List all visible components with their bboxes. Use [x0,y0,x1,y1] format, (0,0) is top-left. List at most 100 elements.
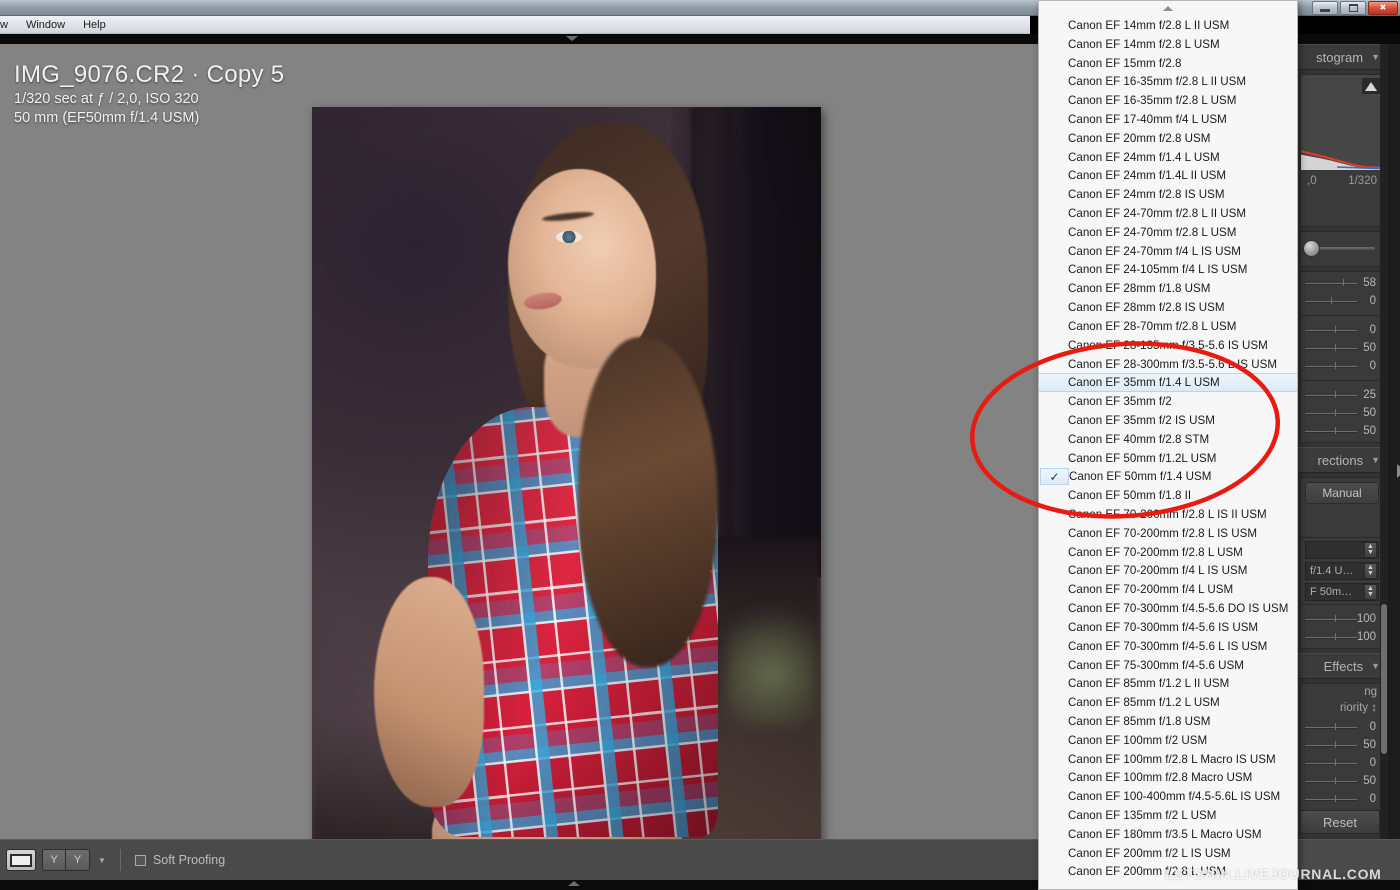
chevron-down-icon[interactable]: ▼ [98,856,106,865]
lens-menu-item[interactable]: Canon EF 14mm f/2.8 L USM [1039,35,1297,54]
lens-menu-item[interactable]: Canon EF 16-35mm f/2.8 L USM [1039,91,1297,110]
slider-row[interactable]: 58 [1301,274,1383,292]
lens-menu-item[interactable]: Canon EF 28-70mm f/2.8 L USM [1039,317,1297,336]
slider-row[interactable]: 0 [1301,357,1383,375]
scroll-up-arrow-icon[interactable] [1039,1,1297,15]
histogram-graph[interactable] [1301,75,1383,170]
histogram-panel-header[interactable]: stogram ▼ [1296,44,1388,70]
slider-row[interactable]: 100 [1301,610,1383,628]
slider-row[interactable]: 0 [1301,754,1383,772]
lens-menu-item[interactable]: Canon EF 28-300mm f/3.5-5.6 L IS USM [1039,355,1297,374]
lens-menu-item[interactable]: Canon EF 100-400mm f/4.5-5.6L IS USM [1039,787,1297,806]
basic-sliders-box[interactable]: 58 0 0 50 0 25 50 50 [1300,271,1384,443]
lens-menu-item[interactable]: Canon EF 28-135mm f/3.5-5.6 IS USM [1039,336,1297,355]
spinner-icon[interactable]: ▲ ▼ [1364,584,1377,600]
lens-menu-item[interactable]: Canon EF 75-300mm f/4-5.6 USM [1039,656,1297,675]
lens-model-combo[interactable]: f/1.4 U… ▲ ▼ [1305,562,1379,580]
slider-row[interactable]: 0 [1301,321,1383,339]
lens-menu-item[interactable]: Canon EF 35mm f/1.4 L USM [1039,373,1297,393]
lens-menu-item[interactable]: Canon EF 24-70mm f/4 L IS USM [1039,242,1297,261]
lens-menu-item[interactable]: Canon EF 24mm f/2.8 IS USM [1039,185,1297,204]
lens-make-combo[interactable]: ▲ ▼ [1305,541,1379,559]
effects-box[interactable]: ng riority ↕ 0 50 0 50 0 [1300,683,1384,811]
lens-menu-item[interactable]: Canon EF 70-200mm f/4 L IS USM [1039,562,1297,581]
lens-menu-item[interactable]: Canon EF 24mm f/1.4 L USM [1039,148,1297,167]
chevron-down-icon[interactable]: ▼ [1371,455,1380,465]
slider-row[interactable]: 50 [1301,736,1383,754]
lens-corrections-panel-header[interactable]: rections ▼ [1296,447,1388,473]
lens-menu-item[interactable]: Canon EF 100mm f/2.8 L Macro IS USM [1039,750,1297,769]
lens-menu-item[interactable]: Canon EF 70-300mm f/4-5.6 IS USM [1039,618,1297,637]
temperature-slider[interactable] [1301,232,1383,266]
lens-menu-item[interactable]: Canon EF 17-40mm f/4 L USM [1039,110,1297,129]
lens-menu-item[interactable]: Canon EF 180mm f/3.5 L Macro USM [1039,825,1297,844]
slider-row[interactable]: 100 [1301,628,1383,646]
restore-button[interactable] [1340,1,1366,15]
lens-menu-item[interactable]: ✓ Canon EF 50mm f/1.4 USM [1039,468,1297,487]
lens-menu-item[interactable]: Canon EF 24-70mm f/2.8 L USM [1039,223,1297,242]
lens-menu-item[interactable]: Canon EF 85mm f/1.2 L II USM [1039,674,1297,693]
lens-menu-item[interactable]: Canon EF 24-105mm f/4 L IS USM [1039,261,1297,280]
lens-menu-item[interactable]: Canon EF 50mm f/1.2L USM [1039,449,1297,468]
slider-knob[interactable] [1303,240,1320,257]
menu-item-window[interactable]: Window [17,16,74,34]
reset-button[interactable]: Reset [1300,810,1380,834]
lens-menu-item[interactable]: Canon EF 70-200mm f/4 L USM [1039,580,1297,599]
lens-corrections-box[interactable]: Manual ▲ ▼ f/1.4 U… ▲ ▼ F 50m… ▲ ▼ 100 100 [1300,477,1384,649]
panel-collapse-arrow-icon[interactable] [566,36,578,41]
lens-menu-item[interactable]: Canon EF 28mm f/2.8 IS USM [1039,298,1297,317]
slider-row[interactable]: 50 [1301,404,1383,422]
minimize-button[interactable] [1312,1,1338,15]
lens-menu-item[interactable]: Canon EF 28mm f/1.8 USM [1039,279,1297,298]
soft-proofing-checkbox[interactable] [134,854,146,866]
lens-menu-item[interactable]: Canon EF 100mm f/2 USM [1039,731,1297,750]
photo-preview[interactable] [312,107,821,867]
develop-right-panel[interactable]: stogram ▼ ,0 1/320 58 0 0 50 0 25 50 50 … [1296,44,1388,839]
lens-profile-combo[interactable]: F 50m… ▲ ▼ [1305,583,1379,601]
loupe-view-button[interactable] [6,849,36,871]
lens-menu-item[interactable]: Canon EF 85mm f/1.8 USM [1039,712,1297,731]
slider-row[interactable]: 25 [1301,386,1383,404]
lens-menu-item[interactable]: Canon EF 100mm f/2.8 Macro USM [1039,769,1297,788]
lens-menu-item[interactable]: Canon EF 200mm f/2 L IS USM [1039,844,1297,863]
lens-menu-item[interactable]: Canon EF 40mm f/2.8 STM [1039,430,1297,449]
highlight-clipping-indicator[interactable] [1362,78,1380,94]
tab-manual[interactable]: Manual [1305,482,1379,504]
tone-slider-box[interactable] [1300,231,1384,267]
slider-row[interactable]: 50 [1301,772,1383,790]
chevron-down-icon[interactable]: ▼ [1371,661,1380,671]
menu-item-view-clipped[interactable]: w [0,16,17,34]
effects-priority-selector[interactable]: riority ↕ [1301,700,1383,716]
lens-menu-item[interactable]: Canon EF 85mm f/1.2 L USM [1039,693,1297,712]
lens-menu-item[interactable]: Canon EF 24mm f/1.4L II USM [1039,167,1297,186]
soft-proofing-toggle[interactable]: Soft Proofing [134,853,225,867]
effects-panel-header[interactable]: Effects ▼ [1296,653,1388,679]
slider-row[interactable]: 0 [1301,718,1383,736]
menu-item-help[interactable]: Help [74,16,115,34]
lens-menu-item[interactable]: Canon EF 70-200mm f/2.8 L USM [1039,543,1297,562]
before-after-button-1[interactable]: Y [42,849,66,871]
lens-menu-item[interactable]: Canon EF 135mm f/2 L USM [1039,806,1297,825]
before-after-button-2[interactable]: Y [66,849,90,871]
lens-menu-item[interactable]: Canon EF 16-35mm f/2.8 L II USM [1039,72,1297,91]
scrollbar-thumb[interactable] [1381,604,1387,754]
lens-profile-dropdown-menu[interactable]: Canon EF 14mm f/2.8 L II USM Canon EF 14m… [1038,0,1298,890]
lens-menu-item[interactable]: Canon EF 70-200mm f/2.8 L IS II USM [1039,505,1297,524]
slider-row[interactable]: 50 [1301,422,1383,440]
lens-menu-item[interactable]: Canon EF 20mm f/2.8 USM [1039,129,1297,148]
lens-menu-item[interactable]: Canon EF 35mm f/2 IS USM [1039,411,1297,430]
lens-menu-item[interactable]: Canon EF 70-300mm f/4-5.6 L IS USM [1039,637,1297,656]
loupe-view[interactable]: IMG_9076.CR2 · Copy 5 1/320 sec at ƒ / 2… [0,44,1038,867]
spinner-icon[interactable]: ▲ ▼ [1364,563,1377,579]
slider-row[interactable]: 0 [1301,292,1383,310]
chevron-down-icon[interactable]: ▼ [1371,52,1380,62]
lens-menu-item[interactable]: Canon EF 35mm f/2 [1039,392,1297,411]
lens-menu-item[interactable]: Canon EF 15mm f/2.8 [1039,54,1297,73]
lens-menu-item[interactable]: Canon EF 70-300mm f/4.5-5.6 DO IS USM [1039,599,1297,618]
slider-row[interactable]: 50 [1301,339,1383,357]
lens-menu-item[interactable]: Canon EF 24-70mm f/2.8 L II USM [1039,204,1297,223]
right-panel-scrollbar[interactable] [1380,44,1388,839]
slider-row[interactable]: 0 [1301,790,1383,808]
spinner-icon[interactable]: ▲ ▼ [1364,542,1377,558]
close-button[interactable]: ✖ [1368,1,1398,15]
